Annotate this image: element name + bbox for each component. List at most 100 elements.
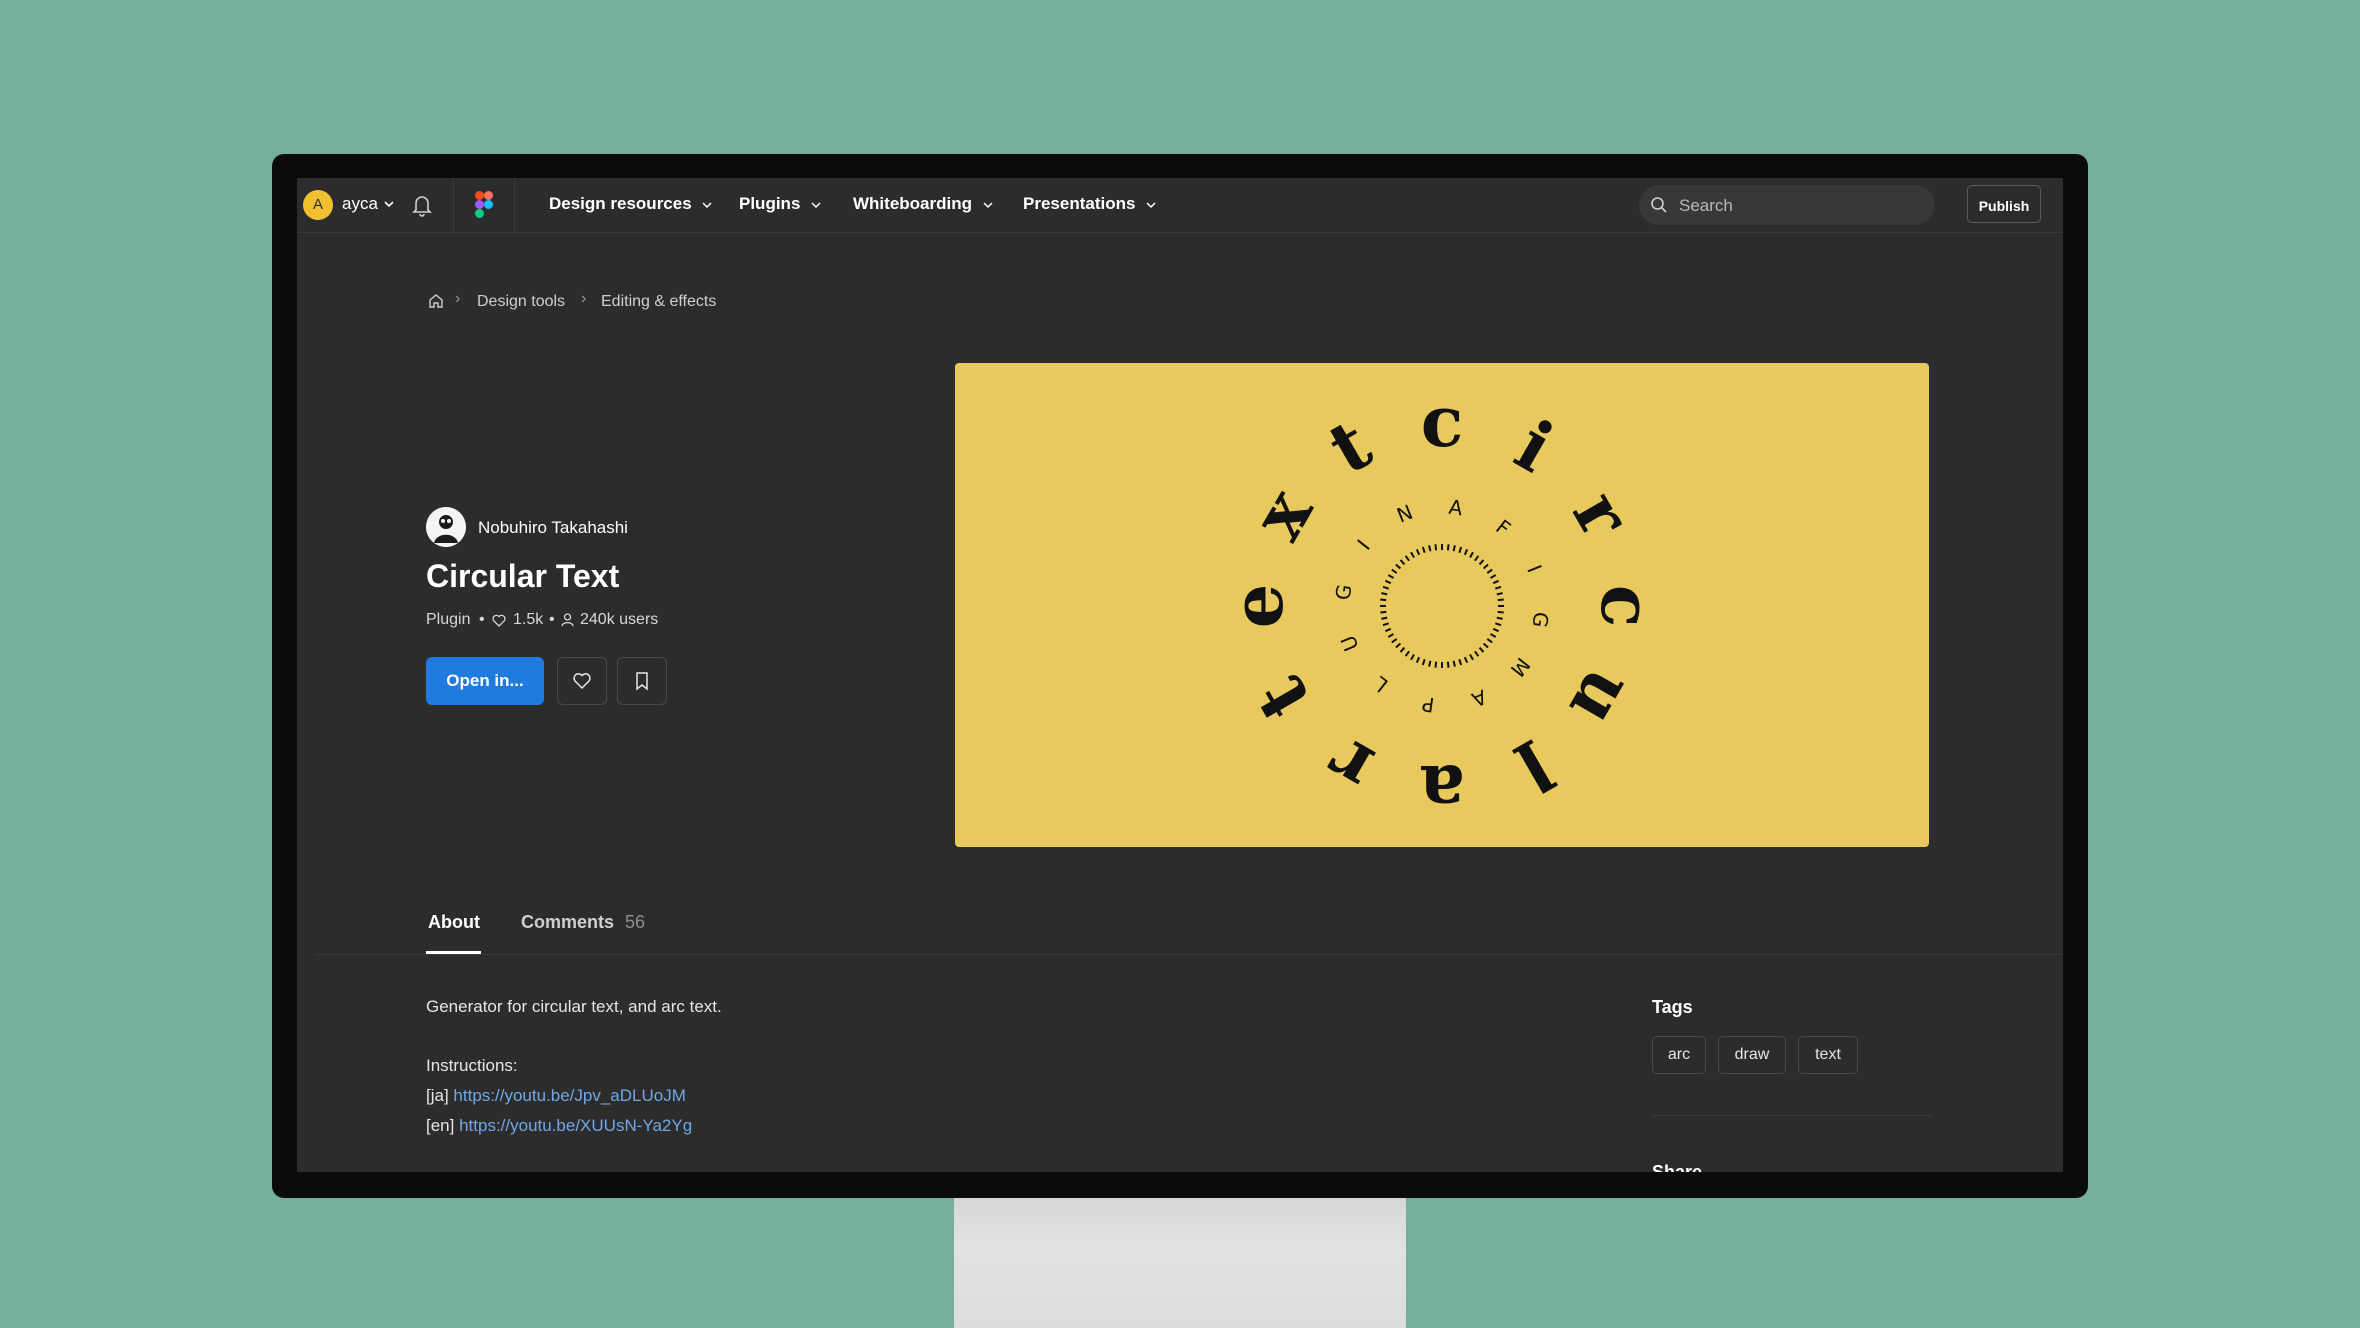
tab-comments[interactable]: Comments 56 xyxy=(521,912,645,933)
inner-letter: A xyxy=(1468,685,1490,712)
tick-mark xyxy=(1496,592,1503,596)
chevron-down-icon xyxy=(1146,201,1156,208)
tick-mark xyxy=(1458,546,1463,554)
tick-mark xyxy=(1497,610,1504,614)
author-avatar[interactable] xyxy=(426,507,466,547)
outer-letter: t xyxy=(1315,402,1385,490)
nav-label: Design resources xyxy=(549,194,692,213)
username[interactable]: ayca xyxy=(342,194,378,214)
search-box[interactable] xyxy=(1639,185,1935,225)
tick-mark xyxy=(1486,568,1493,574)
tick-mark xyxy=(1382,622,1390,627)
nav-label: Presentations xyxy=(1023,194,1136,213)
youtube-link-en[interactable]: https://youtu.be/XUUsN-Ya2Yg xyxy=(459,1116,692,1135)
tag-draw[interactable]: draw xyxy=(1718,1036,1786,1074)
like-button[interactable] xyxy=(557,657,607,705)
tick-mark xyxy=(1395,563,1402,570)
publish-button[interactable]: Publish xyxy=(1967,185,2041,223)
author-avatar-image xyxy=(426,507,466,547)
outer-letter: c xyxy=(1585,585,1668,628)
outer-letter: c xyxy=(1421,380,1464,463)
tick-mark xyxy=(1380,598,1387,602)
tick-mark xyxy=(1381,616,1388,620)
inner-letter: N xyxy=(1393,500,1416,528)
tick-mark xyxy=(1410,654,1415,661)
tick-mark xyxy=(1490,633,1497,638)
tick-mark xyxy=(1387,633,1394,638)
inner-letter: M xyxy=(1506,653,1536,681)
chevron-down-icon[interactable] xyxy=(383,198,395,210)
nav-plugins[interactable]: Plugins xyxy=(739,194,821,214)
tick-mark xyxy=(1399,559,1406,566)
tick-mark xyxy=(1384,579,1392,585)
outer-letter: r xyxy=(1312,720,1386,811)
instruction-line-en: [en] https://youtu.be/XUUsN-Ya2Yg xyxy=(426,1116,692,1136)
tick-mark xyxy=(1490,574,1497,579)
nav-divider xyxy=(453,178,454,232)
inner-letter: G xyxy=(1528,610,1554,629)
nav-presentations[interactable]: Presentations xyxy=(1023,194,1156,214)
inner-letter: G xyxy=(1331,583,1357,602)
tab-about[interactable]: About xyxy=(428,912,480,933)
tick-mark xyxy=(1415,656,1421,664)
open-in-button[interactable]: Open in... xyxy=(426,657,544,705)
tick-mark xyxy=(1428,545,1432,552)
comment-count: 56 xyxy=(625,912,646,932)
author-name[interactable]: Nobuhiro Takahashi xyxy=(478,518,628,538)
bookmark-icon xyxy=(636,672,648,691)
nav-label: Plugins xyxy=(739,194,801,213)
tick-mark xyxy=(1486,638,1493,644)
tick-mark xyxy=(1391,568,1398,574)
tabs-divider xyxy=(317,954,2063,955)
tick-mark xyxy=(1463,656,1469,664)
plugin-description: Generator for circular text, and arc tex… xyxy=(426,997,722,1016)
inner-letter: I xyxy=(1352,535,1375,554)
link-prefix: [ja] xyxy=(426,1086,449,1105)
inner-letter: U xyxy=(1336,632,1364,655)
tick-mark xyxy=(1452,660,1456,667)
search-input[interactable] xyxy=(1677,193,1921,219)
heart-icon xyxy=(573,673,591,690)
breadcrumb-editing-effects[interactable]: Editing & effects xyxy=(601,293,716,311)
outer-letter: x xyxy=(1236,474,1329,553)
tick-mark xyxy=(1474,555,1480,562)
tick-mark xyxy=(1469,654,1474,661)
bell-icon[interactable] xyxy=(411,193,433,217)
tick-mark xyxy=(1492,579,1500,585)
bookmark-button[interactable] xyxy=(617,657,667,705)
tick-mark xyxy=(1463,548,1469,556)
tick-mark xyxy=(1494,585,1502,590)
tick-mark xyxy=(1434,661,1438,668)
outer-letter: u xyxy=(1553,655,1650,741)
user-avatar[interactable]: A xyxy=(303,190,333,220)
figma-logo-icon[interactable] xyxy=(475,191,493,218)
outer-letter: t xyxy=(1238,663,1326,733)
plugin-type: Plugin xyxy=(426,611,471,628)
youtube-link-ja[interactable]: https://youtu.be/Jpv_aDLUoJM xyxy=(453,1086,685,1105)
link-prefix: [en] xyxy=(426,1116,455,1135)
sidebar-divider xyxy=(1652,1115,1932,1116)
tick-mark xyxy=(1478,559,1485,566)
nav-label: Whiteboarding xyxy=(853,194,972,213)
tick-mark xyxy=(1482,642,1489,649)
tick-mark xyxy=(1415,548,1421,556)
chevron-down-icon xyxy=(702,201,712,208)
home-icon[interactable] xyxy=(428,293,444,309)
user-icon xyxy=(561,613,574,627)
tick-mark xyxy=(1474,650,1480,657)
tick-mark xyxy=(1478,646,1485,653)
tick-mark xyxy=(1496,616,1503,620)
nav-design-resources[interactable]: Design resources xyxy=(549,194,712,214)
tag-text[interactable]: text xyxy=(1798,1036,1858,1074)
tick-mark xyxy=(1446,544,1450,551)
breadcrumb-design-tools[interactable]: Design tools xyxy=(477,293,565,311)
instruction-line-ja: [ja] https://youtu.be/Jpv_aDLUoJM xyxy=(426,1086,686,1106)
inner-letter: I xyxy=(1522,562,1546,576)
share-heading: Share xyxy=(1652,1162,1703,1172)
nav-whiteboarding[interactable]: Whiteboarding xyxy=(853,194,993,214)
tag-arc[interactable]: arc xyxy=(1652,1036,1706,1074)
browser-screen: A ayca Design resources Plugins Whiteboa… xyxy=(297,178,2063,1172)
tick-mark xyxy=(1387,574,1394,579)
nav-divider xyxy=(514,178,515,232)
outer-letter: a xyxy=(1419,749,1464,832)
